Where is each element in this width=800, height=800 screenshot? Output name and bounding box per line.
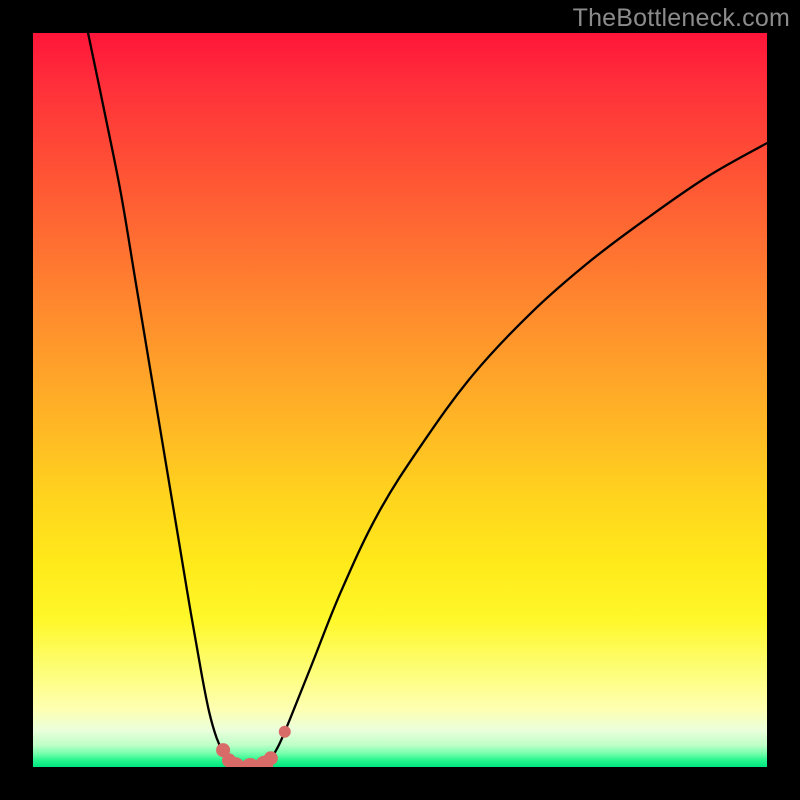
chart-frame: TheBottleneck.com: [0, 0, 800, 800]
watermark-text: TheBottleneck.com: [573, 4, 790, 33]
trough-marker: [279, 726, 291, 738]
bottleneck-curve-layer: [33, 33, 767, 767]
bottleneck-curve: [88, 33, 767, 767]
trough-marker: [264, 751, 278, 765]
plot-area: [33, 33, 767, 767]
